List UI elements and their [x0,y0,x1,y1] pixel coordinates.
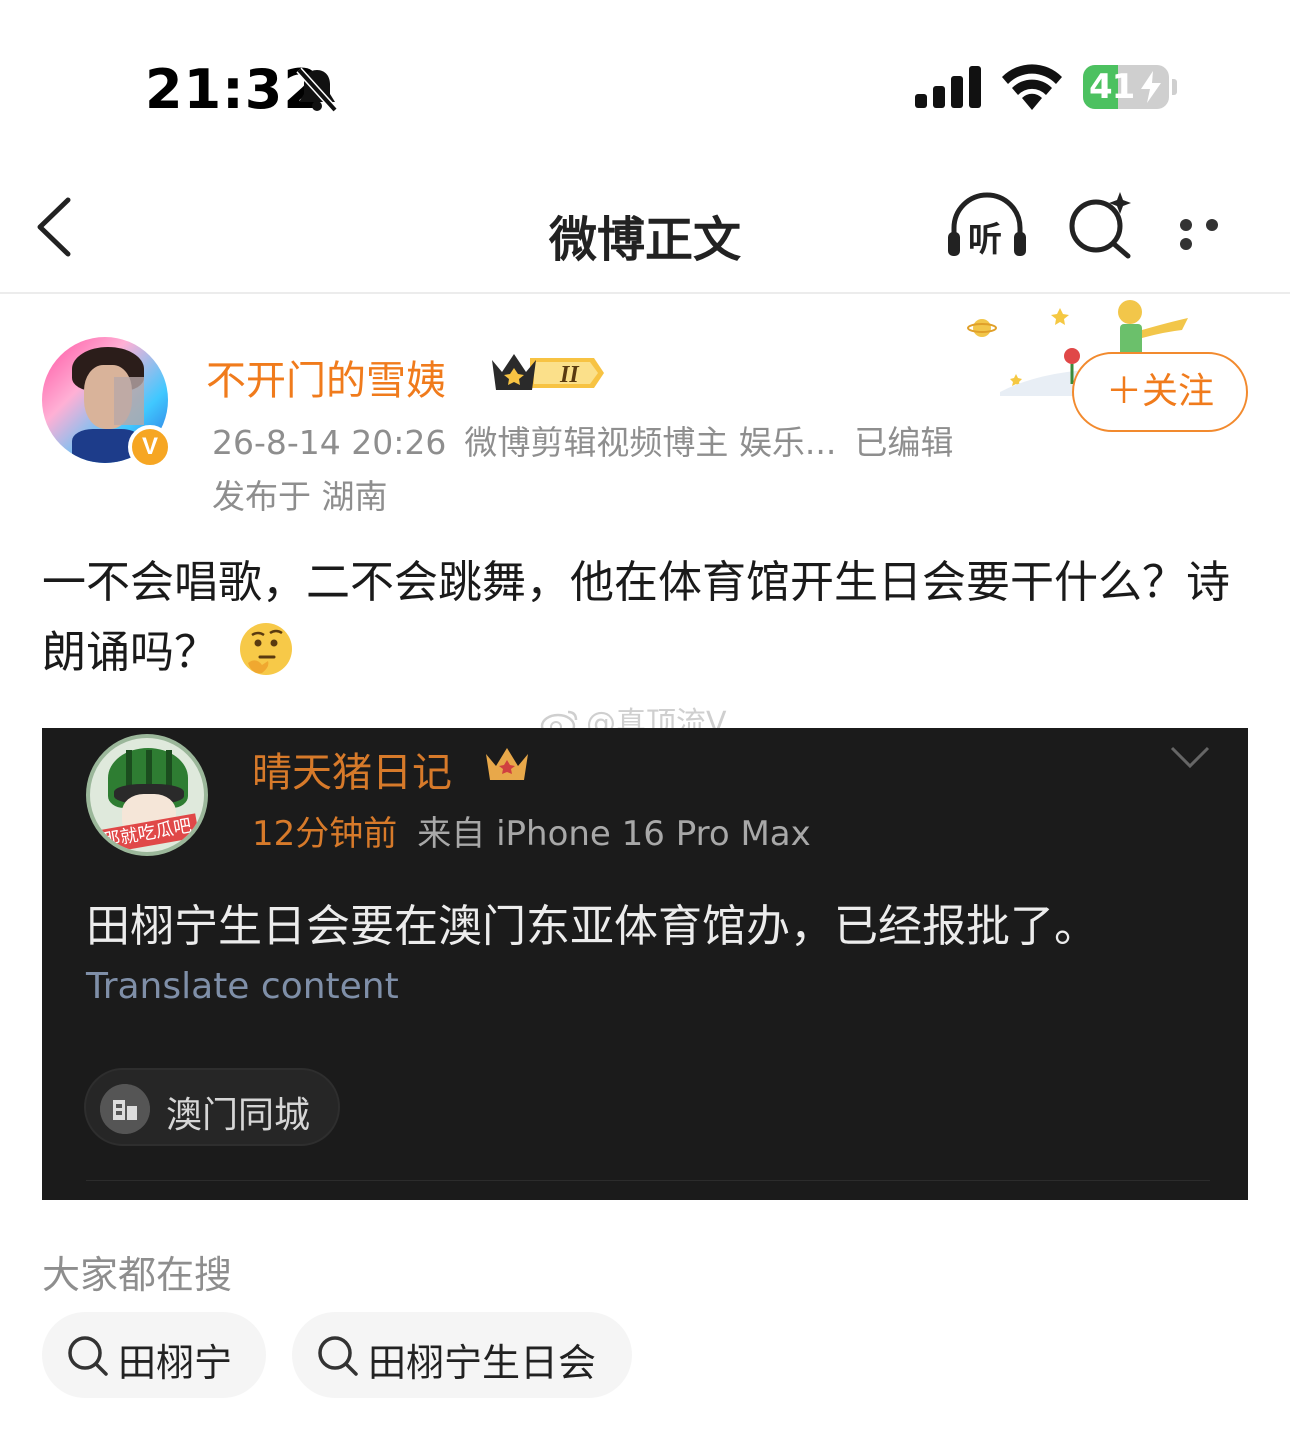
author-name[interactable]: 不开门的雪姨 [206,348,446,406]
trending-item[interactable]: 田栩宁生日会 [292,1312,632,1398]
wifi-icon [1002,64,1062,110]
search-icon [318,1336,358,1376]
location-chip-label: 澳门同城 [166,1095,311,1136]
verified-badge: V [128,425,172,469]
post-meta: 26-8-14 20:26 微博剪辑视频博主 娱乐... 已编辑 [212,416,971,464]
cellular-signal-icon [915,66,981,108]
bell-slash-icon [296,67,338,112]
trending-item[interactable]: 田栩宁 [42,1312,266,1398]
search-sparkle-icon[interactable] [1066,190,1136,260]
screenshot-time: 12分钟前 [252,814,398,854]
screenshot-text: 田栩宁生日会要在澳门东亚体育馆办，已经报批了。 [86,901,1098,952]
member-crown-badge: II [490,350,606,396]
screenshot-source: 来自 iPhone 16 Pro Max [417,814,811,854]
post-image[interactable]: 那就吃瓜吧 晴天猪日记 12分钟前 来自 iPhone 16 Pro Max 田栩… [42,728,1248,1200]
chevron-down-icon [1170,746,1210,769]
listen-label: 听 [968,220,1002,260]
translate-link: Translate content [86,966,399,1007]
screenshot-avatar: 那就吃瓜吧 [86,734,208,856]
search-icon [68,1336,108,1376]
nav-bar: 微博正文 听 [0,170,1290,294]
screenshot-author: 晴天猪日记 [252,750,452,796]
level-badge-text: II [559,362,580,388]
post-location: 发布于 湖南 [212,477,388,516]
building-icon [100,1084,150,1134]
crown-icon [486,748,528,780]
trending-title: 大家都在搜 [42,1253,233,1297]
thinking-face-icon [240,623,292,675]
follow-button[interactable]: ＋关注 [1072,352,1248,432]
headphones-listen-icon[interactable]: 听 [944,192,1030,260]
divider [86,1180,1210,1181]
edited-label[interactable]: 已编辑 [854,423,953,462]
trending-item-label: 田栩宁生日会 [368,1341,597,1385]
more-dots-icon[interactable] [1180,216,1248,250]
trending-item-label: 田栩宁 [118,1341,233,1385]
post-body: 一不会唱歌，二不会跳舞，他在体育馆开生日会要干什么？诗朗诵吗？ [42,557,1230,678]
location-chip: 澳门同城 [84,1068,340,1146]
battery-percent: 41 [1089,67,1135,107]
status-bar: 21:32 41 [0,0,1290,170]
screenshot-meta: 12分钟前 来自 iPhone 16 Pro Max [252,806,811,855]
battery-charging-icon: 41 [1083,65,1177,109]
charging-bolt-icon [1141,71,1161,103]
post-text: 一不会唱歌，二不会跳舞，他在体育馆开生日会要干什么？诗朗诵吗？ [42,548,1242,688]
author-tag: 微博剪辑视频博主 娱乐... [464,423,837,462]
post-timestamp: 26-8-14 20:26 [212,423,447,462]
